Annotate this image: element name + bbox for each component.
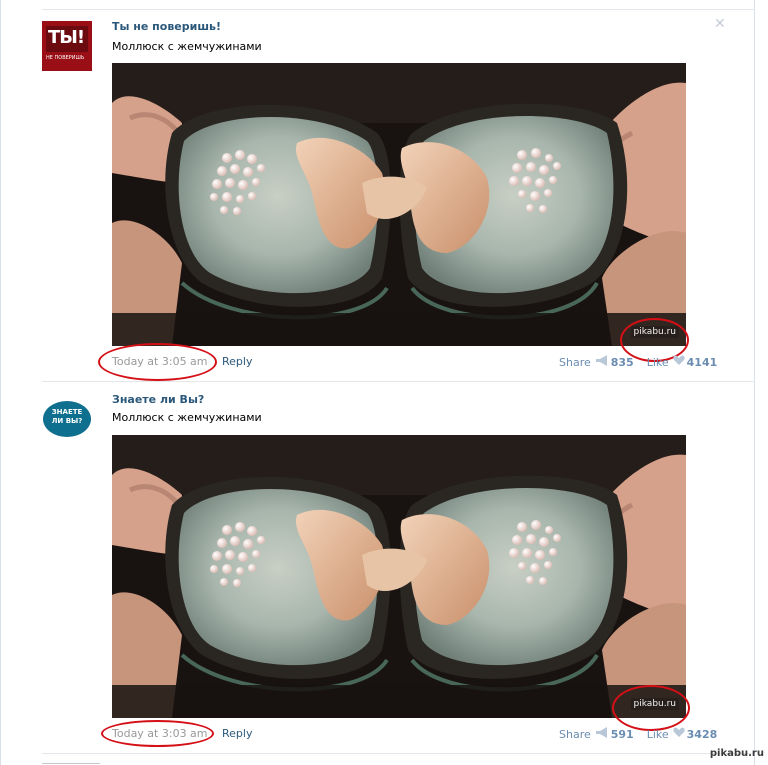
shell-with-pearls-image bbox=[112, 435, 686, 718]
share-button[interactable]: Share bbox=[559, 356, 591, 369]
avatar-logo-text: ТЫ! bbox=[48, 27, 85, 48]
post-text: Моллюск с жемчужинами bbox=[112, 411, 262, 424]
top-divider bbox=[42, 9, 755, 10]
post-photo[interactable]: pikabu.ru bbox=[112, 63, 686, 346]
post-divider bbox=[42, 381, 755, 382]
post-photo[interactable]: pikabu.ru bbox=[112, 435, 686, 718]
share-count: 835 bbox=[610, 355, 634, 369]
like-count: 3428 bbox=[686, 727, 718, 741]
photo-watermark: pikabu.ru bbox=[630, 698, 679, 710]
photo-watermark: pikabu.ru bbox=[630, 326, 679, 338]
post-author-link[interactable]: Ты не поверишь! bbox=[112, 20, 221, 33]
post-author-link[interactable]: Знаете ли Вы? bbox=[112, 393, 204, 406]
like-button[interactable]: Like bbox=[647, 728, 669, 741]
site-watermark: pikabu.ru bbox=[709, 748, 764, 759]
avatar-logo-subtext: НЕ ПОВЕРИШЬ bbox=[46, 55, 85, 61]
megaphone-icon[interactable] bbox=[595, 355, 609, 369]
partial-next-post-divider bbox=[42, 763, 100, 764]
post-stats: Share 835 Like 4141 bbox=[559, 355, 722, 369]
reply-link[interactable]: Reply bbox=[222, 727, 252, 740]
like-count: 4141 bbox=[686, 355, 718, 369]
post-text: Моллюск с жемчужинами bbox=[112, 40, 262, 53]
like-button[interactable]: Like bbox=[647, 356, 669, 369]
share-count: 591 bbox=[610, 727, 634, 741]
page-frame-left bbox=[0, 0, 1, 765]
avatar[interactable]: ТЫ! НЕ ПОВЕРИШЬ bbox=[42, 21, 92, 71]
heart-icon[interactable] bbox=[673, 727, 685, 741]
megaphone-icon[interactable] bbox=[595, 727, 609, 741]
avatar-logo-text: ЗНАЕТЕ ЛИ ВЫ? bbox=[51, 408, 83, 425]
post-date[interactable]: Today at 3:05 am bbox=[112, 355, 208, 368]
bottom-divider bbox=[42, 753, 755, 754]
page-frame-right bbox=[754, 0, 755, 765]
post-stats: Share 591 Like 3428 bbox=[559, 727, 722, 741]
close-icon[interactable]: ✕ bbox=[714, 16, 726, 32]
heart-icon[interactable] bbox=[673, 355, 685, 369]
reply-link[interactable]: Reply bbox=[222, 355, 252, 368]
share-button[interactable]: Share bbox=[559, 728, 591, 741]
post-date[interactable]: Today at 3:03 am bbox=[112, 727, 208, 740]
avatar[interactable]: ЗНАЕТЕ ЛИ ВЫ? bbox=[42, 395, 92, 445]
shell-with-pearls-image bbox=[112, 63, 686, 346]
